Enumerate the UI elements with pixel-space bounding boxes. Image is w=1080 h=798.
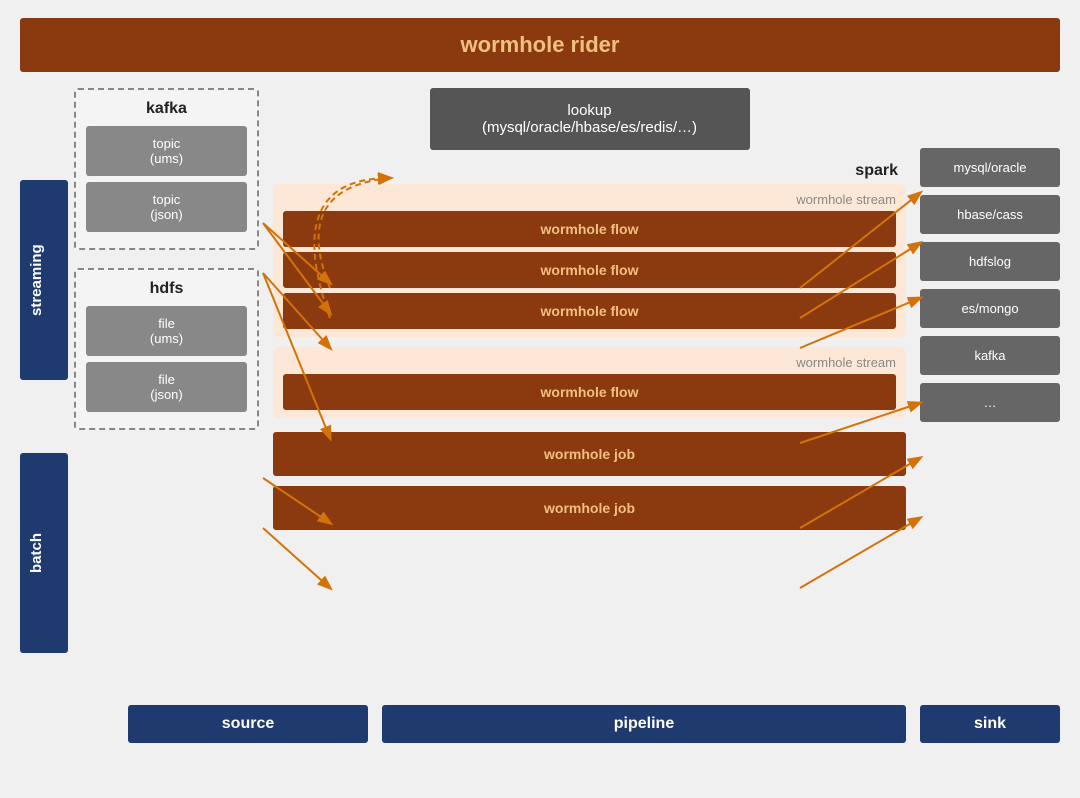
diagram-container: wormhole rider streaming batch kafka top…: [0, 0, 1080, 798]
hdfs-section: hdfs file(ums) file(json): [74, 268, 259, 430]
wormhole-flow-3: wormhole flow: [283, 293, 896, 329]
sink-es-mongo: es/mongo: [920, 289, 1060, 328]
sink-kafka: kafka: [920, 336, 1060, 375]
kafka-topic-json: topic(json): [86, 182, 247, 232]
header-title: wormhole rider: [461, 32, 620, 57]
wormhole-job-1: wormhole job: [273, 432, 906, 476]
lookup-box: lookup(mysql/oracle/hbase/es/redis/…): [430, 88, 750, 150]
batch-label: batch: [20, 453, 68, 653]
bottom-source-label: source: [128, 705, 368, 743]
wormhole-flow-1: wormhole flow: [283, 211, 896, 247]
wormhole-stream-2: wormhole stream wormhole flow: [273, 347, 906, 418]
side-labels: streaming batch: [20, 88, 68, 695]
kafka-title: kafka: [86, 100, 247, 118]
wormhole-job-2: wormhole job: [273, 486, 906, 530]
streaming-label: streaming: [20, 180, 68, 380]
wormhole-stream-1-label: wormhole stream: [283, 192, 896, 207]
wormhole-flow-4: wormhole flow: [283, 374, 896, 410]
kafka-topic-ums: topic(ums): [86, 126, 247, 176]
bottom-pipeline-label: pipeline: [382, 705, 906, 743]
wormhole-stream-2-label: wormhole stream: [283, 355, 896, 370]
wormhole-rider-bar: wormhole rider: [20, 18, 1060, 72]
sink-hbase-cass: hbase/cass: [920, 195, 1060, 234]
hdfs-title: hdfs: [86, 280, 247, 298]
pipeline-column: lookup(mysql/oracle/hbase/es/redis/…) sp…: [273, 88, 906, 695]
bottom-labels: source pipeline sink: [20, 705, 1060, 743]
sink-hdfslog: hdfslog: [920, 242, 1060, 281]
wormhole-flow-2: wormhole flow: [283, 252, 896, 288]
bottom-sink-label: sink: [920, 705, 1060, 743]
sink-ellipsis: …: [920, 383, 1060, 422]
hdfs-file-json: file(json): [86, 362, 247, 412]
hdfs-file-ums: file(ums): [86, 306, 247, 356]
sink-column: mysql/oracle hbase/cass hdfslog es/mongo…: [920, 88, 1060, 695]
source-column: kafka topic(ums) topic(json) hdfs file(u…: [74, 88, 259, 695]
spark-label: spark: [273, 162, 906, 180]
wormhole-stream-1: wormhole stream wormhole flow wormhole f…: [273, 184, 906, 337]
sink-mysql-oracle: mysql/oracle: [920, 148, 1060, 187]
kafka-section: kafka topic(ums) topic(json): [74, 88, 259, 250]
